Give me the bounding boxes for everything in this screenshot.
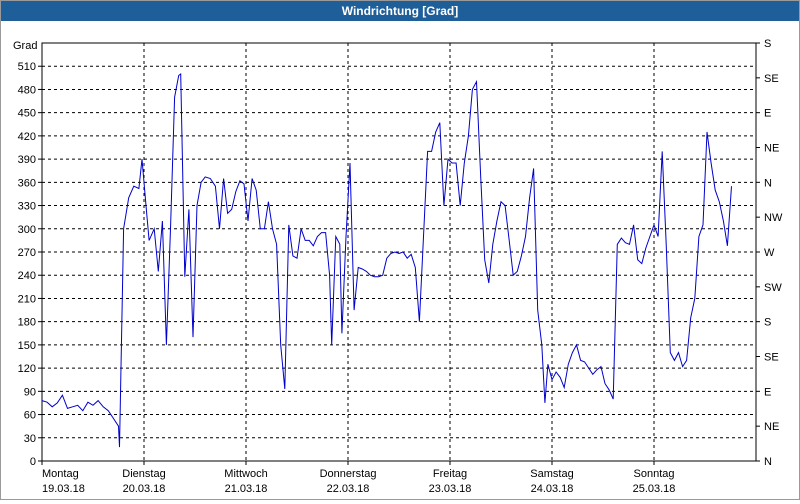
x-tick-label-date: 23.03.18 xyxy=(429,483,472,495)
x-tick-label-date: 19.03.18 xyxy=(42,483,85,495)
axes: 0 30 60 90 120 150 180 210 240 270 300 330 360 390 420… xyxy=(18,38,783,495)
y-tick-label: 330 xyxy=(18,201,36,213)
y-tick-label: 180 xyxy=(18,317,36,329)
x-tick-label-day: Mittwoch xyxy=(224,468,267,480)
y-tick-label: 390 xyxy=(18,154,36,166)
line-chart: 0 30 60 90 120 150 180 210 240 270 300 330 360 390 420… xyxy=(13,38,783,495)
x-tick-label-day: Freitag xyxy=(433,468,467,480)
y-tick-label: 480 xyxy=(18,84,36,96)
right-tick-label: E xyxy=(764,108,771,120)
x-tick-label-date: 21.03.18 xyxy=(225,483,268,495)
grid xyxy=(42,43,756,461)
y-tick-label: 30 xyxy=(24,433,36,445)
right-tick-label: S xyxy=(764,38,771,50)
x-tick-label-day: Montag xyxy=(42,468,79,480)
right-tick-label: N xyxy=(764,177,772,189)
chart-title: Windrichtung [Grad] xyxy=(1,1,799,21)
x-tick-label-day: Samstag xyxy=(530,468,573,480)
x-tick-label-day: Donnerstag xyxy=(320,468,377,480)
y-tick-label: 360 xyxy=(18,177,36,189)
y-tick-label: 450 xyxy=(18,108,36,120)
right-tick-label: NE xyxy=(764,421,779,433)
y-tick-label: 300 xyxy=(18,224,36,236)
x-tick-label-date: 20.03.18 xyxy=(123,483,166,495)
y-tick-label: 270 xyxy=(18,247,36,259)
right-tick-label: NW xyxy=(764,212,783,224)
right-tick-label: SE xyxy=(764,352,779,364)
y-tick-label: 420 xyxy=(18,131,36,143)
x-tick-label-date: 22.03.18 xyxy=(327,483,370,495)
right-tick-label: SE xyxy=(764,73,779,85)
y-tick-label: 240 xyxy=(18,270,36,282)
y-tick-label: 510 xyxy=(18,61,36,73)
y-tick-label: 150 xyxy=(18,340,36,352)
y-axis-label: Grad xyxy=(13,40,37,52)
x-tick-label-day: Dienstag xyxy=(122,468,165,480)
y-tick-label: 120 xyxy=(18,363,36,375)
chart-window: Windrichtung [Grad] 0 30 60 90 120 150 180 210 2… xyxy=(0,0,800,500)
x-tick-label-date: 25.03.18 xyxy=(633,483,676,495)
x-tick-label-day: Sonntag xyxy=(634,468,675,480)
right-tick-label: W xyxy=(764,247,775,259)
right-tick-label: N xyxy=(764,456,772,468)
y-tick-label: 210 xyxy=(18,293,36,305)
y-tick-label: 90 xyxy=(24,386,36,398)
right-tick-label: NE xyxy=(764,143,779,155)
right-tick-label: SW xyxy=(764,282,782,294)
y-tick-label: 60 xyxy=(24,410,36,422)
right-tick-label: S xyxy=(764,317,771,329)
x-tick-label-date: 24.03.18 xyxy=(531,483,574,495)
right-tick-label: E xyxy=(764,386,771,398)
y-tick-label: 0 xyxy=(30,456,36,468)
